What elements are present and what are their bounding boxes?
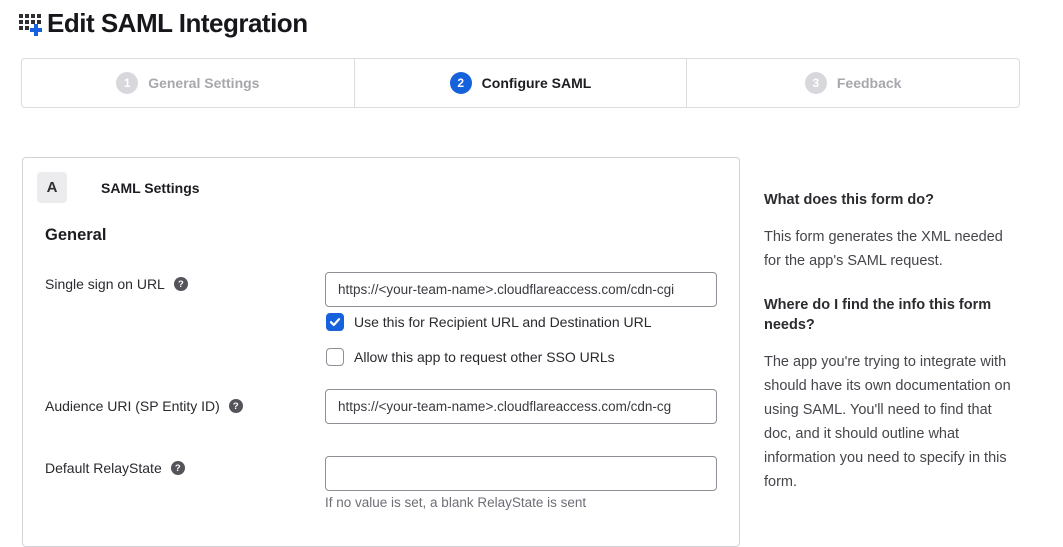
step-label: General Settings — [148, 75, 259, 91]
relay-state-input[interactable] — [325, 456, 717, 491]
step-number-badge: 3 — [805, 72, 827, 94]
wizard-step-feedback[interactable]: 3 Feedback — [686, 59, 1019, 107]
section-title: SAML Settings — [101, 180, 200, 196]
audience-uri-label: Audience URI (SP Entity ID) ? — [45, 398, 243, 414]
help-panel: What does this form do? This form genera… — [764, 190, 1016, 516]
section-letter-badge: A — [37, 172, 67, 203]
help-icon[interactable]: ? — [171, 461, 185, 475]
sso-url-label: Single sign on URL ? — [45, 276, 188, 292]
audience-uri-input[interactable] — [325, 389, 717, 424]
other-sso-urls-checkbox-row: Allow this app to request other SSO URLs — [326, 348, 615, 366]
wizard-step-general-settings[interactable]: 1 General Settings — [22, 59, 354, 107]
help-body: This form generates the XML needed for t… — [764, 225, 1016, 273]
group-title-general: General — [45, 226, 106, 245]
step-number-badge: 1 — [116, 72, 138, 94]
saml-settings-card: A SAML Settings General Single sign on U… — [22, 157, 740, 547]
help-icon[interactable]: ? — [174, 277, 188, 291]
page-header: Edit SAML Integration — [18, 8, 308, 39]
other-sso-urls-checkbox[interactable] — [326, 348, 344, 366]
checkbox-label: Allow this app to request other SSO URLs — [354, 349, 615, 365]
step-number-badge: 2 — [450, 72, 472, 94]
help-icon[interactable]: ? — [229, 399, 243, 413]
checkbox-label: Use this for Recipient URL and Destinati… — [354, 314, 652, 330]
field-label-text: Default RelayState — [45, 460, 162, 476]
help-heading: What does this form do? — [764, 190, 1016, 210]
sso-url-input[interactable] — [325, 272, 717, 307]
check-icon — [329, 316, 341, 328]
recipient-url-checkbox-row: Use this for Recipient URL and Destinati… — [326, 313, 652, 331]
wizard-step-configure-saml[interactable]: 2 Configure SAML — [354, 59, 687, 107]
field-label-text: Single sign on URL — [45, 276, 165, 292]
relay-state-helper-text: If no value is set, a blank RelayState i… — [325, 495, 586, 510]
recipient-url-checkbox[interactable] — [326, 313, 344, 331]
page-title: Edit SAML Integration — [47, 8, 308, 39]
field-label-text: Audience URI (SP Entity ID) — [45, 398, 220, 414]
help-heading: Where do I find the info this form needs… — [764, 295, 1016, 335]
wizard-steps: 1 General Settings 2 Configure SAML 3 Fe… — [21, 58, 1020, 108]
step-label: Feedback — [837, 75, 902, 91]
relay-state-label: Default RelayState ? — [45, 460, 185, 476]
help-body: The app you're trying to integrate with … — [764, 350, 1016, 494]
step-label: Configure SAML — [482, 75, 592, 91]
add-app-grid-icon — [18, 10, 45, 37]
